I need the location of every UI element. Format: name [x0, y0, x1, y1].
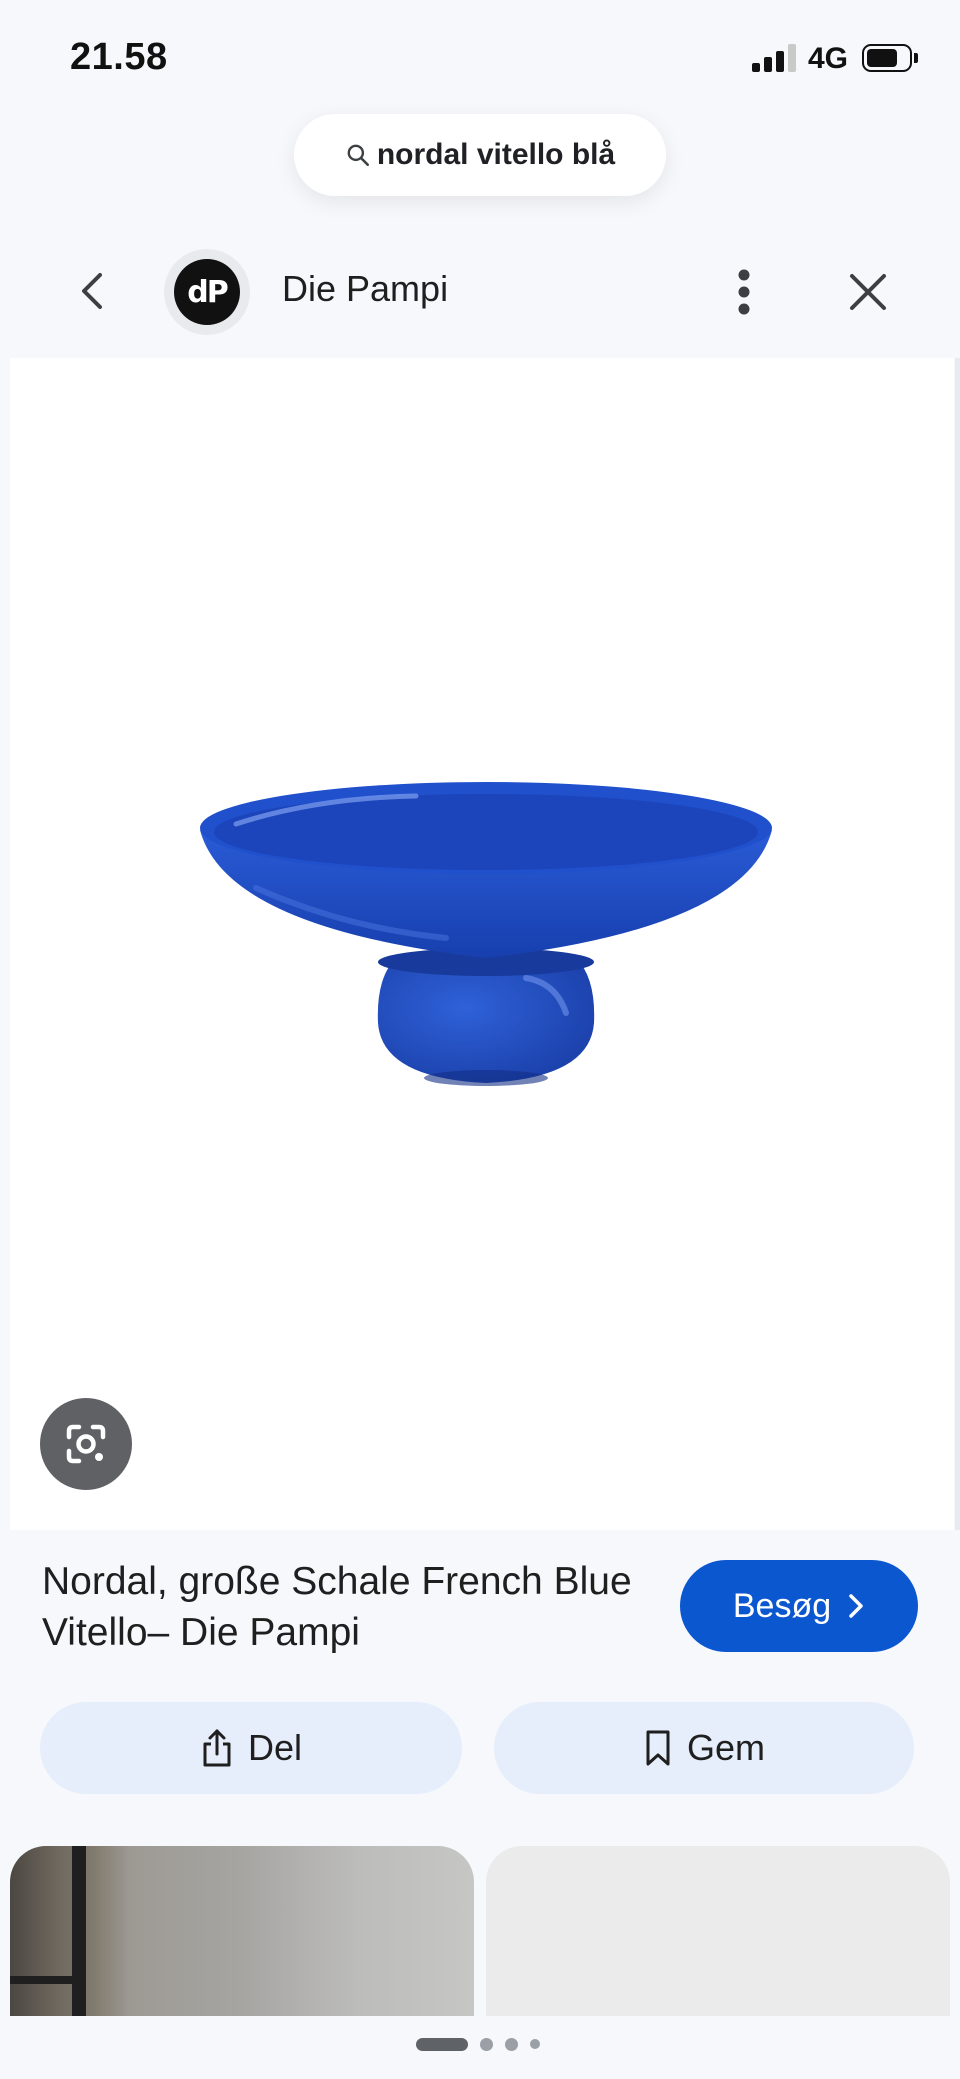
- product-image-bowl[interactable]: [196, 778, 776, 1108]
- google-lens-button[interactable]: [40, 1398, 132, 1490]
- more-vert-icon: [738, 269, 750, 315]
- battery-icon: [862, 44, 918, 72]
- signal-strength-icon: [752, 44, 798, 72]
- page-dot: [505, 2037, 518, 2051]
- screen: 21.58 4G nordal vitello blå dP Die Pampi: [0, 0, 960, 2079]
- page-dot: [480, 2037, 493, 2051]
- search-query-pill[interactable]: nordal vitello blå: [294, 114, 666, 196]
- status-bar: 21.58 4G: [0, 0, 960, 110]
- source-avatar[interactable]: dP: [164, 249, 250, 335]
- search-icon: [347, 144, 369, 167]
- close-icon: [850, 274, 886, 310]
- close-button[interactable]: [842, 266, 894, 318]
- related-result-thumbnail[interactable]: [486, 1846, 950, 2016]
- source-name[interactable]: Die Pampi: [282, 268, 448, 310]
- back-button[interactable]: [68, 266, 118, 316]
- share-label: Del: [247, 1727, 303, 1768]
- share-button[interactable]: Del: [40, 1702, 462, 1794]
- page-dot: [530, 2039, 540, 2049]
- visit-button[interactable]: Besøg: [680, 1560, 918, 1652]
- source-header: dP Die Pampi: [0, 236, 960, 348]
- visit-button-label: Besøg: [732, 1586, 832, 1625]
- page-indicator: [416, 2036, 552, 2052]
- related-result-thumbnail[interactable]: [10, 1846, 474, 2016]
- search-query-text: nordal vitello blå: [376, 138, 616, 171]
- source-logo: dP: [174, 259, 240, 325]
- status-time: 21.58: [70, 36, 168, 78]
- lens-icon: [66, 1424, 106, 1464]
- share-icon: [203, 1729, 231, 1767]
- bookmark-icon: [646, 1730, 670, 1766]
- page-dot-active: [416, 2037, 468, 2051]
- result-title[interactable]: Nordal, große Schale French Blue Vitello…: [42, 1556, 642, 1658]
- save-label: Gem: [686, 1727, 765, 1768]
- image-preview-panel[interactable]: [10, 358, 960, 1530]
- save-button[interactable]: Gem: [494, 1702, 914, 1794]
- network-type: 4G: [808, 42, 849, 75]
- more-options-button[interactable]: [724, 262, 764, 322]
- chevron-right-icon: [849, 1594, 863, 1618]
- chevron-left-icon: [82, 273, 102, 309]
